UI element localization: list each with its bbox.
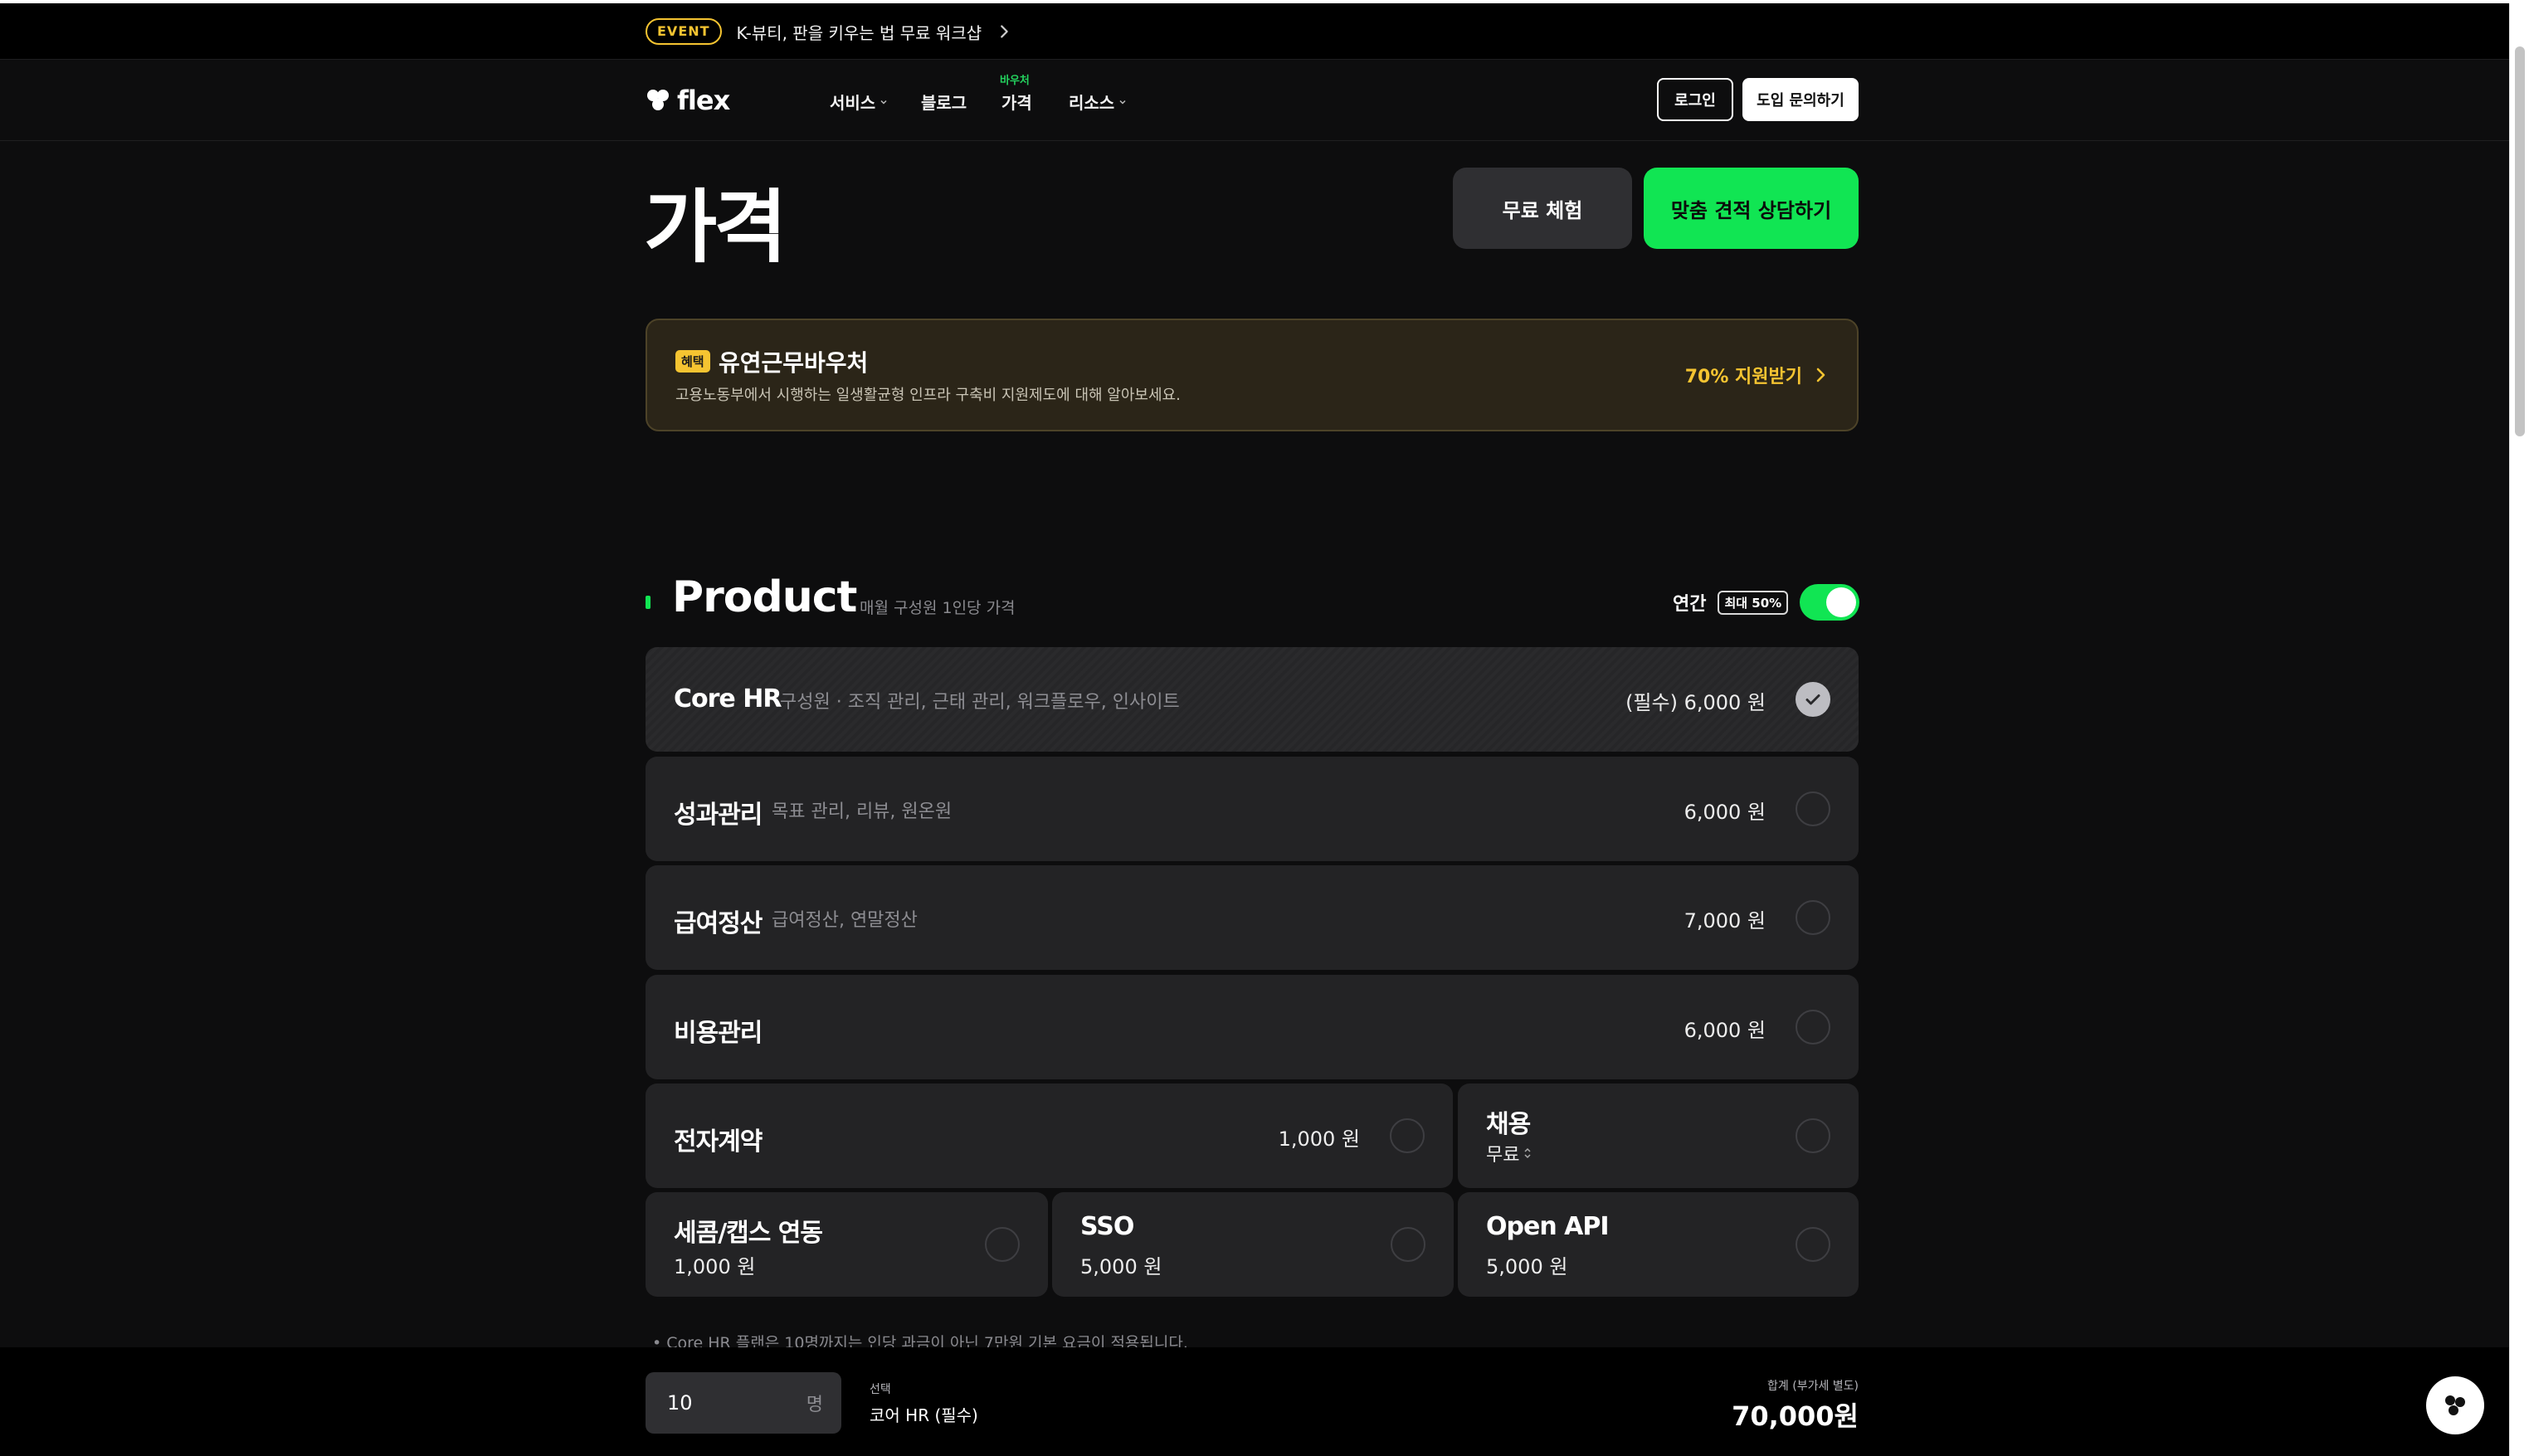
product-row-core-hr[interactable]: Core HR 구성원 · 조직 관리, 근태 관리, 워크플로우, 인사이트 …	[646, 647, 1859, 752]
product-name: 채용	[1486, 1110, 1531, 1139]
main-nav: flex 서비스 블로그 바우처 가격 리소스 로그인 도입 문의하기	[0, 60, 2509, 141]
nav-item-label: 서비스	[830, 93, 876, 113]
flex-logo-icon	[647, 90, 669, 110]
checkmark-icon	[1805, 694, 1820, 705]
product-description: 급여정산, 연말정산	[772, 910, 918, 931]
voucher-description: 고용노동부에서 시행하는 일생활균형 인프라 구축비 지원제도에 대해 알아보세…	[675, 387, 1181, 404]
price-summary-bar: 10 명 선택 코어 HR (필수) 합계 (부가세 별도) 70,000원	[0, 1347, 2509, 1456]
voucher-nav-badge: 바우처	[1000, 75, 1030, 87]
selected-products: 코어 HR (필수)	[870, 1405, 978, 1425]
addon-checkbox[interactable]	[1391, 1227, 1425, 1262]
billing-period: 연간 최대 50%	[1673, 584, 1860, 621]
product-name: 비용관리	[674, 1019, 763, 1048]
billing-label: 연간	[1673, 594, 1707, 615]
headcount-input[interactable]: 10 명	[646, 1372, 841, 1434]
custom-quote-button[interactable]: 맞춤 견적 상담하기	[1644, 168, 1859, 249]
logo-text: flex	[677, 85, 730, 116]
product-price: 7,000 원	[1684, 909, 1766, 933]
product-row-payroll[interactable]: 급여정산 급여정산, 연말정산 7,000 원	[646, 865, 1859, 970]
addon-name: SSO	[1080, 1212, 1134, 1241]
event-link[interactable]: EVENT K-뷰티, 판을 키우는 법 무료 워크샵	[646, 18, 1013, 45]
product-row-hiring[interactable]: 채용 무료	[1458, 1083, 1859, 1188]
addon-price: 5,000 원	[1080, 1255, 1162, 1278]
product-description: 목표 관리, 리뷰, 원온원	[772, 801, 953, 822]
chevron-right-icon	[1001, 25, 1008, 38]
nav-item-label: 리소스	[1069, 93, 1115, 113]
chevron-down-icon	[880, 100, 887, 105]
product-checkbox[interactable]	[1796, 682, 1830, 717]
event-banner: EVENT K-뷰티, 판을 키우는 법 무료 워크샵	[0, 3, 2509, 60]
voucher-title: 유연근무바우처	[719, 349, 869, 377]
free-trial-button[interactable]: 무료 체험	[1453, 168, 1632, 249]
product-price: 1,000 원	[1278, 1127, 1360, 1151]
login-button[interactable]: 로그인	[1657, 78, 1733, 121]
nav-item-services[interactable]: 서비스	[830, 90, 889, 114]
voucher-banner[interactable]: 혜택 유연근무바우처 고용노동부에서 시행하는 일생활균형 인프라 구축비 지원…	[646, 319, 1859, 431]
nav-item-resources[interactable]: 리소스	[1069, 90, 1128, 114]
flex-logo[interactable]: flex	[646, 85, 730, 116]
toggle-knob	[1826, 587, 1857, 617]
addon-card-sso[interactable]: SSO 5,000 원	[1052, 1192, 1454, 1297]
addon-price: 1,000 원	[674, 1255, 756, 1278]
page-title: 가격	[644, 181, 787, 274]
product-checkbox[interactable]	[1796, 1010, 1830, 1045]
product-section-title: Product	[672, 572, 857, 622]
product-checkbox[interactable]	[1390, 1118, 1425, 1153]
voucher-cta[interactable]: 70% 지원받기	[1685, 362, 1830, 388]
annual-billing-toggle[interactable]	[1800, 584, 1860, 621]
flex-logo-icon	[2445, 1395, 2465, 1415]
product-price: 6,000 원	[1684, 1019, 1766, 1042]
addon-price: 5,000 원	[1486, 1255, 1568, 1278]
scrollbar-thumb[interactable]	[2515, 46, 2525, 436]
total-label: 합계 (부가세 별도)	[1767, 1380, 1859, 1393]
event-badge: EVENT	[646, 18, 722, 45]
product-name: Core HR	[674, 684, 782, 713]
nav-item-blog[interactable]: 블로그	[921, 90, 967, 114]
nav-item-label: 블로그	[921, 93, 967, 113]
product-row-performance[interactable]: 성과관리 목표 관리, 리뷰, 원온원 6,000 원	[646, 757, 1859, 861]
product-description: 구성원 · 조직 관리, 근태 관리, 워크플로우, 인사이트	[780, 692, 1180, 713]
chevron-right-icon	[1816, 368, 1825, 382]
selected-label: 선택	[870, 1383, 891, 1396]
product-checkbox[interactable]	[1796, 1118, 1830, 1153]
product-row-e-contract[interactable]: 전자계약 1,000 원	[646, 1083, 1453, 1188]
product-price: (필수) 6,000 원	[1625, 691, 1766, 714]
product-checkbox[interactable]	[1796, 791, 1830, 826]
inquiry-button[interactable]: 도입 문의하기	[1742, 78, 1859, 121]
product-name: 성과관리	[674, 801, 763, 830]
product-price: 6,000 원	[1684, 801, 1766, 824]
event-text: K-뷰티, 판을 키우는 법 무료 워크샵	[736, 22, 982, 43]
page-scrollbar[interactable]	[2509, 3, 2529, 1456]
hiring-plan-select[interactable]: 무료	[1486, 1140, 1533, 1166]
product-row-expense[interactable]: 비용관리 6,000 원	[646, 975, 1859, 1079]
product-section-subtitle: 매월 구성원 1인당 가격	[860, 599, 1016, 617]
nav-item-pricing[interactable]: 가격	[1001, 90, 1032, 114]
addon-checkbox[interactable]	[985, 1227, 1020, 1262]
headcount-unit: 명	[806, 1395, 823, 1415]
select-arrows-icon	[1524, 1147, 1532, 1159]
headcount-value: 10	[667, 1391, 693, 1415]
addon-name: Open API	[1486, 1212, 1609, 1241]
total-price: 70,000원	[1732, 1400, 1859, 1432]
addon-card-security-integration[interactable]: 세콤/캡스 연동 1,000 원	[646, 1192, 1048, 1297]
addon-checkbox[interactable]	[1796, 1227, 1830, 1262]
chat-support-button[interactable]	[2426, 1376, 2484, 1434]
discount-badge: 최대 50%	[1718, 590, 1789, 615]
benefit-badge: 혜택	[675, 350, 710, 373]
voucher-cta-label: 70% 지원받기	[1684, 367, 1802, 387]
chevron-down-icon	[1119, 100, 1126, 105]
hiring-plan-value: 무료	[1486, 1145, 1520, 1166]
product-checkbox[interactable]	[1796, 900, 1830, 935]
product-name: 전자계약	[674, 1127, 763, 1157]
product-name: 급여정산	[674, 909, 763, 938]
nav-item-label: 가격	[1001, 93, 1032, 113]
addon-card-open-api[interactable]: Open API 5,000 원	[1458, 1192, 1859, 1297]
section-marker	[646, 596, 651, 609]
addon-name: 세콤/캡스 연동	[674, 1219, 823, 1248]
